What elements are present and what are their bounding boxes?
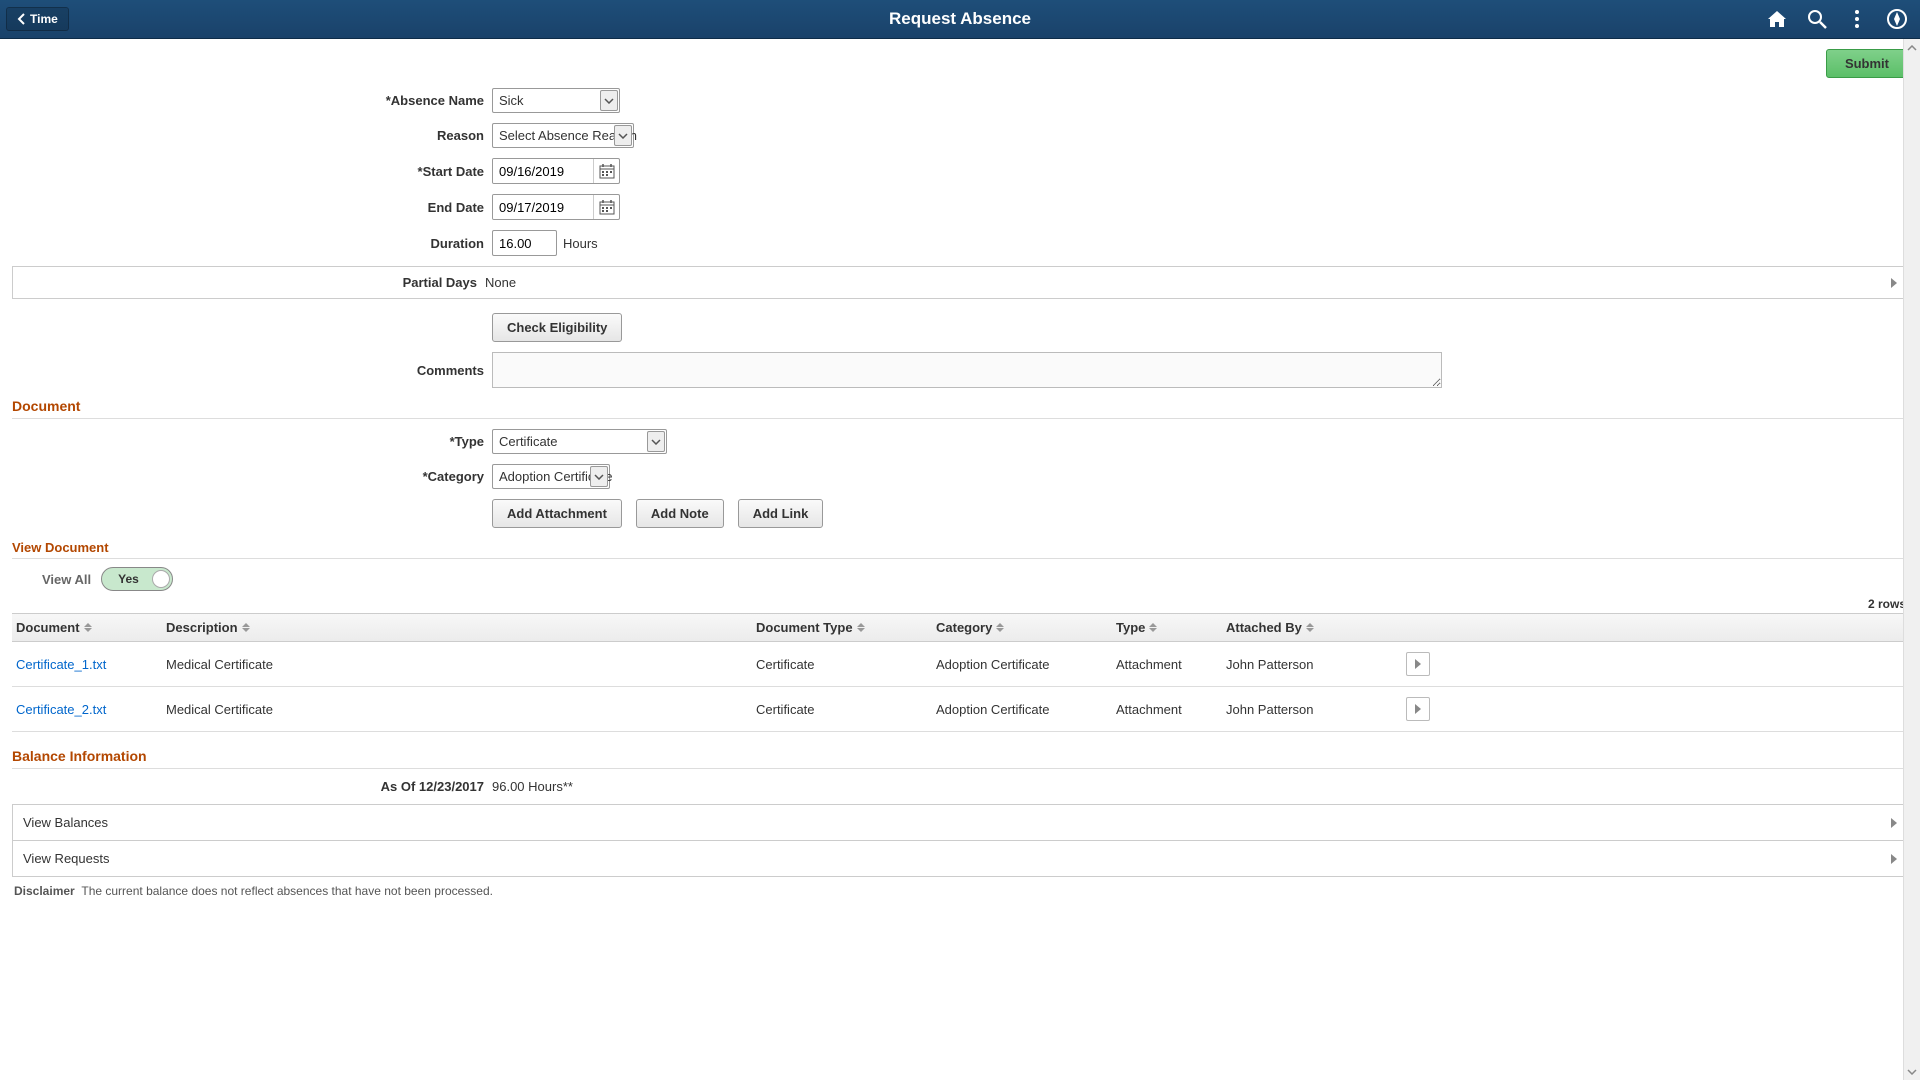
document-link[interactable]: Certificate_1.txt	[16, 657, 106, 672]
check-eligibility-row: Check Eligibility	[12, 313, 1908, 342]
chevron-down-icon	[647, 431, 665, 452]
reason-select[interactable]: Select Absence Reason	[492, 123, 634, 148]
col-document[interactable]: Document	[16, 620, 166, 635]
chevron-down-icon	[600, 90, 618, 111]
end-date-row: End Date	[12, 194, 1908, 220]
view-balances-row[interactable]: View Balances	[12, 804, 1908, 841]
comments-label: Comments	[12, 363, 492, 378]
back-label: Time	[30, 12, 58, 26]
cell-description: Medical Certificate	[166, 657, 756, 672]
table-row: Certificate_2.txt Medical Certificate Ce…	[12, 687, 1908, 732]
cell-attached-by: John Patterson	[1226, 657, 1386, 672]
document-link[interactable]: Certificate_2.txt	[16, 702, 106, 717]
chevron-right-icon	[1891, 854, 1897, 864]
doc-category-select[interactable]: Adoption Certificate	[492, 464, 610, 489]
row-details-button[interactable]	[1406, 697, 1430, 721]
cell-type: Attachment	[1116, 702, 1226, 717]
col-type[interactable]: Type	[1116, 620, 1226, 635]
view-all-toggle[interactable]: Yes	[101, 567, 173, 591]
as-of-label: As Of 12/23/2017	[12, 779, 492, 794]
document-buttons-row: Add Attachment Add Note Add Link	[492, 499, 1908, 528]
back-button[interactable]: Time	[6, 7, 69, 31]
col-category[interactable]: Category	[936, 620, 1116, 635]
add-note-button[interactable]: Add Note	[636, 499, 724, 528]
row-details-button[interactable]	[1406, 652, 1430, 676]
col-attached-by[interactable]: Attached By	[1226, 620, 1386, 635]
cell-category: Adoption Certificate	[936, 657, 1116, 672]
cell-description: Medical Certificate	[166, 702, 756, 717]
doc-category-row: *Category Adoption Certificate	[12, 464, 1908, 489]
document-section-title: Document	[12, 398, 1908, 419]
reason-row: Reason Select Absence Reason	[12, 123, 1908, 148]
balance-section-title: Balance Information	[12, 748, 1908, 769]
chevron-right-icon	[1415, 659, 1421, 669]
scroll-up-icon[interactable]	[1904, 39, 1920, 56]
calendar-icon[interactable]	[593, 159, 619, 183]
partial-days-value: None	[485, 275, 516, 290]
partial-days-row[interactable]: Partial Days None	[12, 266, 1908, 299]
rows-count: 2 rows	[12, 595, 1908, 613]
cell-type: Attachment	[1116, 657, 1226, 672]
reason-label: Reason	[12, 128, 492, 143]
view-document-title: View Document	[12, 540, 1908, 559]
duration-row: Duration Hours	[12, 230, 1908, 256]
start-date-label: *Start Date	[12, 164, 492, 179]
col-description[interactable]: Description	[166, 620, 756, 635]
search-icon[interactable]	[1806, 8, 1828, 30]
absence-name-label: *Absence Name	[12, 93, 492, 108]
view-requests-row[interactable]: View Requests	[12, 840, 1908, 877]
home-icon[interactable]	[1766, 8, 1788, 30]
partial-days-label: Partial Days	[23, 275, 485, 290]
compass-icon[interactable]	[1886, 8, 1908, 30]
chevron-left-icon	[17, 13, 25, 25]
doc-type-select[interactable]: Certificate	[492, 429, 667, 454]
disclaimer: Disclaimer The current balance does not …	[12, 876, 1908, 906]
chevron-right-icon	[1891, 278, 1897, 288]
doc-type-row: *Type Certificate	[12, 429, 1908, 454]
chevron-right-icon	[1415, 704, 1421, 714]
doc-type-label: *Type	[12, 434, 492, 449]
col-document-type[interactable]: Document Type	[756, 620, 936, 635]
page-title: Request Absence	[889, 9, 1031, 29]
vertical-scrollbar[interactable]	[1903, 39, 1920, 1080]
add-attachment-button[interactable]: Add Attachment	[492, 499, 622, 528]
start-date-input[interactable]	[493, 159, 593, 183]
comments-row: Comments	[12, 352, 1908, 388]
cell-category: Adoption Certificate	[936, 702, 1116, 717]
balance-as-of-row: As Of 12/23/2017 96.00 Hours**	[12, 779, 1908, 794]
end-date-label: End Date	[12, 200, 492, 215]
document-table: Document Description Document Type Categ…	[12, 613, 1908, 732]
doc-category-label: *Category	[12, 469, 492, 484]
absence-name-row: *Absence Name Sick	[12, 88, 1908, 113]
check-eligibility-button[interactable]: Check Eligibility	[492, 313, 622, 342]
header: Time Request Absence	[0, 0, 1920, 39]
add-link-button[interactable]: Add Link	[738, 499, 824, 528]
cell-document-type: Certificate	[756, 657, 936, 672]
absence-name-select[interactable]: Sick	[492, 88, 620, 113]
duration-unit: Hours	[563, 236, 598, 251]
end-date-input[interactable]	[493, 195, 593, 219]
toggle-knob	[152, 570, 170, 588]
chevron-down-icon	[614, 125, 632, 146]
chevron-down-icon	[590, 466, 608, 487]
as-of-value: 96.00 Hours**	[492, 779, 573, 794]
table-row: Certificate_1.txt Medical Certificate Ce…	[12, 642, 1908, 687]
calendar-icon[interactable]	[593, 195, 619, 219]
comments-input[interactable]	[492, 352, 1442, 388]
content: Submit *Absence Name Sick Reason Select …	[0, 39, 1920, 916]
view-all-label: View All	[42, 572, 91, 587]
duration-input[interactable]	[492, 230, 557, 256]
chevron-right-icon	[1891, 818, 1897, 828]
cell-document-type: Certificate	[756, 702, 936, 717]
start-date-row: *Start Date	[12, 158, 1908, 184]
cell-attached-by: John Patterson	[1226, 702, 1386, 717]
duration-label: Duration	[12, 236, 492, 251]
scroll-down-icon[interactable]	[1904, 1063, 1920, 1080]
submit-button[interactable]: Submit	[1826, 49, 1908, 78]
more-icon[interactable]	[1846, 8, 1868, 30]
